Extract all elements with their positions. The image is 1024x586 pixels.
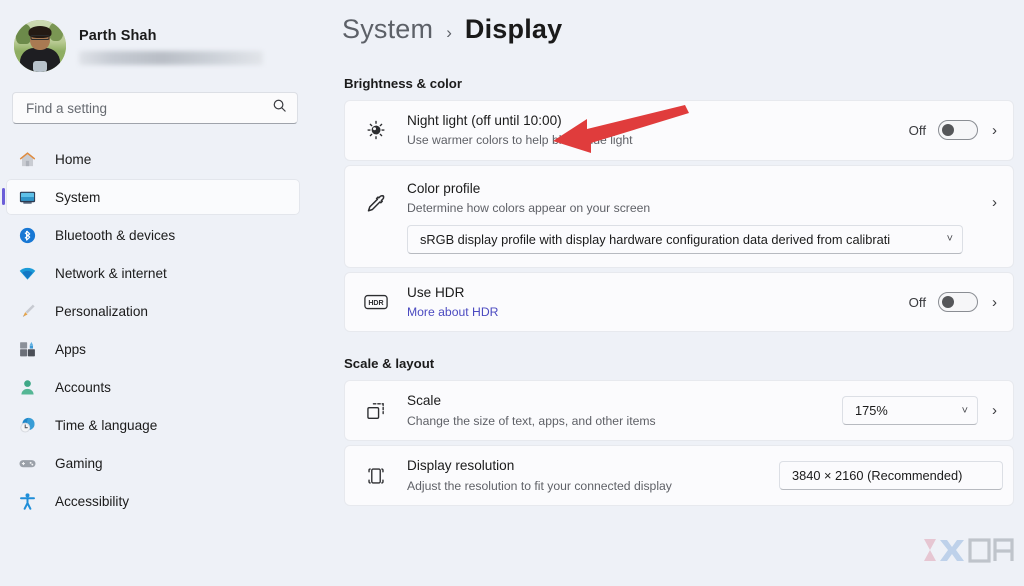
- search-box[interactable]: [12, 92, 298, 124]
- scale-dropdown[interactable]: 175% ˅: [842, 396, 978, 426]
- accessibility-icon: [16, 490, 38, 512]
- display-resolution-icon: [345, 465, 407, 487]
- sidebar-item-apps[interactable]: Apps: [6, 331, 300, 367]
- bluetooth-icon: [16, 224, 38, 246]
- color-profile-dropdown-value: sRGB display profile with display hardwa…: [420, 231, 891, 247]
- color-profile-dropdown[interactable]: sRGB display profile with display hardwa…: [407, 224, 963, 254]
- svg-text:HDR: HDR: [368, 299, 383, 307]
- sidebar-item-label: Accessibility: [55, 493, 130, 509]
- chevron-down-icon: ˅: [961, 404, 968, 417]
- sidebar-nav: Home System Bluetooth & devices Network …: [0, 141, 318, 519]
- night-light-toggle[interactable]: [938, 120, 978, 141]
- page-title: Display: [464, 14, 563, 44]
- hdr-toggle-label: Off: [908, 294, 926, 310]
- display-resolution-title: Display resolution: [407, 458, 515, 474]
- main-content: System › Display Brightness & color Nigh…: [318, 0, 1024, 586]
- display-resolution-dropdown-value: 3840 × 2160 (Recommended): [792, 468, 963, 484]
- sidebar-item-label: Bluetooth & devices: [55, 227, 176, 243]
- sidebar-item-label: Gaming: [55, 455, 103, 471]
- eyedropper-icon: [345, 166, 407, 216]
- chevron-down-icon: ˅: [946, 233, 953, 246]
- search-icon: [272, 98, 287, 118]
- gamepad-icon: [16, 452, 38, 474]
- breadcrumb: System › Display: [328, 14, 1024, 58]
- scale-chevron-icon[interactable]: ›: [990, 402, 1003, 419]
- scale-title: Scale: [407, 393, 442, 409]
- person-icon: [16, 376, 38, 398]
- scale-dropdown-value: 175%: [855, 403, 888, 419]
- section-brightness-color: Brightness & color: [344, 76, 462, 91]
- breadcrumb-parent[interactable]: System: [342, 14, 433, 45]
- sidebar-item-gaming[interactable]: Gaming: [6, 445, 300, 481]
- sidebar-item-label: Time & language: [55, 417, 158, 433]
- search-input[interactable]: [26, 100, 272, 116]
- sidebar: Parth Shah Find a setting Home System Bl…: [0, 0, 318, 586]
- sidebar-item-label: Network & internet: [55, 265, 167, 281]
- night-light-toggle-label: Off: [908, 122, 926, 138]
- user-profile[interactable]: Parth Shah: [0, 12, 318, 74]
- sidebar-item-time-language[interactable]: Time & language: [6, 407, 300, 443]
- monitor-icon: [16, 186, 38, 208]
- sidebar-item-system[interactable]: System: [2, 179, 300, 215]
- display-resolution-dropdown[interactable]: 3840 × 2160 (Recommended): [779, 461, 1003, 491]
- color-profile-card[interactable]: Color profile Determine how colors appea…: [344, 164, 1014, 268]
- section-scale-layout: Scale & layout: [344, 356, 435, 372]
- sidebar-item-label: Apps: [55, 341, 86, 357]
- display-resolution-subtitle: Adjust the resolution to fit your connec…: [407, 478, 672, 493]
- night-light-sun-icon: [345, 119, 407, 141]
- display-resolution-card[interactable]: Display resolution Adjust the resolution…: [344, 445, 1014, 507]
- hdr-title: Use HDR: [407, 284, 465, 300]
- scale-subtitle: Change the size of text, apps, and other…: [407, 413, 656, 428]
- night-light-subtitle: Use warmer colors to help block blue lig…: [407, 133, 633, 148]
- paintbrush-icon: [16, 300, 38, 322]
- sidebar-item-network-internet[interactable]: Network & internet: [6, 255, 300, 291]
- sidebar-item-personalization[interactable]: Personalization: [6, 293, 300, 329]
- sidebar-item-bluetooth-devices[interactable]: Bluetooth & devices: [6, 217, 300, 253]
- profile-name: Parth Shah: [79, 27, 157, 44]
- hdr-toggle[interactable]: [938, 292, 978, 313]
- sidebar-item-label: Personalization: [55, 303, 148, 319]
- color-profile-title: Color profile: [407, 180, 481, 196]
- hdr-card[interactable]: HDR Use HDR More about HDR Off ›: [344, 271, 1014, 333]
- night-light-card[interactable]: Night light (off until 10:00) Use warmer…: [344, 100, 1014, 161]
- night-light-chevron-icon[interactable]: ›: [990, 122, 1003, 139]
- color-profile-chevron-icon[interactable]: ›: [990, 194, 1003, 211]
- sidebar-item-label: Accounts: [55, 379, 111, 395]
- sidebar-item-label: Home: [55, 151, 92, 167]
- settings-window: Parth Shah Find a setting Home System Bl…: [0, 0, 1024, 586]
- night-light-title: Night light (off until 10:00): [407, 113, 562, 128]
- avatar[interactable]: [14, 20, 66, 72]
- hdr-chevron-icon[interactable]: ›: [990, 294, 1003, 311]
- color-profile-subtitle: Determine how colors appear on your scre…: [407, 201, 651, 216]
- search-container: [0, 74, 318, 124]
- scale-card[interactable]: Scale Change the size of text, apps, and…: [344, 380, 1014, 442]
- hdr-more-link[interactable]: More about HDR: [407, 304, 909, 320]
- hdr-badge-icon: HDR: [345, 291, 407, 313]
- home-icon: [16, 148, 38, 170]
- clock-globe-icon: [16, 414, 38, 436]
- wifi-icon: [16, 262, 38, 284]
- sidebar-item-accounts[interactable]: Accounts: [6, 369, 300, 405]
- scale-squares-icon: [345, 400, 407, 422]
- apps-icon: [16, 338, 38, 360]
- sidebar-item-accessibility[interactable]: Accessibility: [6, 483, 300, 519]
- sidebar-item-label: System: [55, 189, 101, 205]
- chevron-right-icon: ›: [446, 23, 452, 42]
- sidebar-item-home[interactable]: Home: [6, 141, 300, 177]
- profile-email-redacted: [79, 50, 263, 65]
